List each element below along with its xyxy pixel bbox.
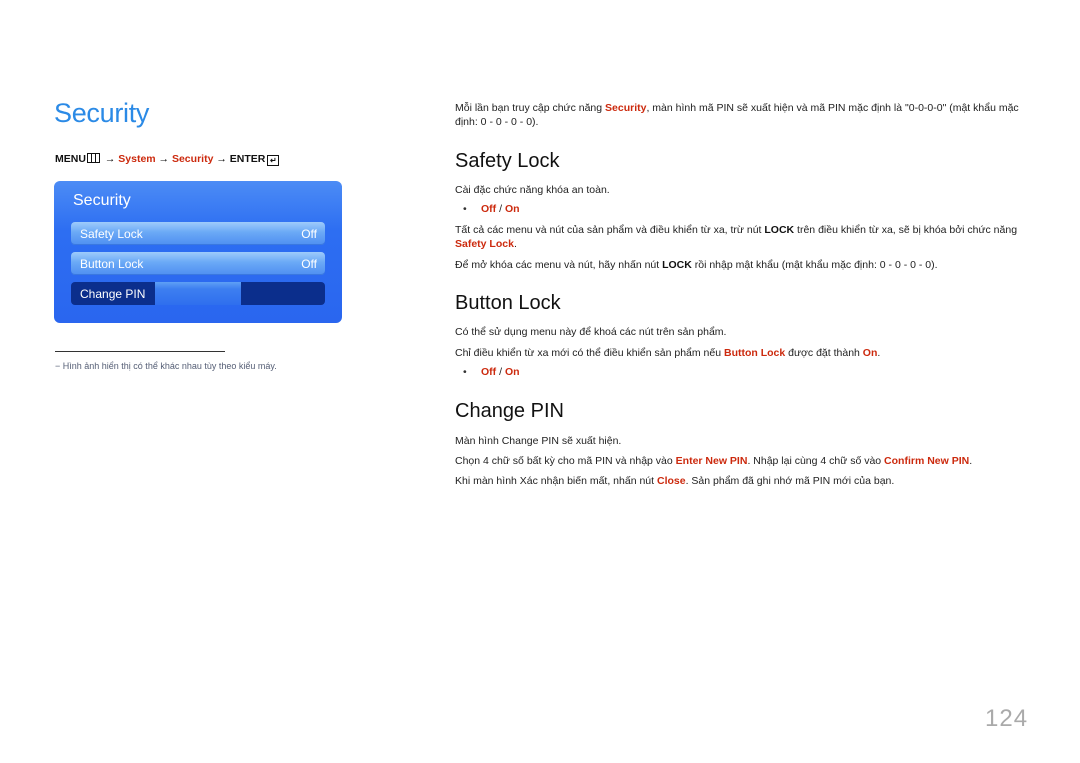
page-number: 124: [985, 705, 1029, 732]
footnote-divider: [55, 351, 225, 352]
on-ref: On: [862, 347, 878, 359]
page-title: Security: [54, 98, 150, 128]
safety-lock-desc: Cài đặc chức năng khóa an toàn.: [455, 184, 610, 196]
text: Chỉ điều khiển từ xa mới có thể điều khi…: [455, 347, 724, 359]
panel-title: Security: [73, 192, 131, 209]
menu-icon: [86, 153, 100, 163]
text: rồi nhập mật khẩu (mật khẩu mặc định: 0 …: [691, 259, 938, 271]
lock-key-text: LOCK: [662, 259, 692, 271]
button-lock-options: • Off / On: [463, 366, 520, 378]
text: . Sản phẩm đã ghi nhớ mã PIN mới của bạn…: [685, 475, 895, 487]
breadcrumb-system: System: [118, 153, 156, 165]
change-pin-desc: Màn hình Change PIN sẽ xuất hiện.: [455, 435, 622, 447]
change-pin-paragraph-1: Chọn 4 chữ số bất kỳ cho mã PIN và nhập …: [455, 454, 1025, 468]
text: .: [969, 455, 973, 467]
footnote: − Hình ảnh hiển thị có thể khác nhau tùy…: [55, 361, 277, 371]
breadcrumb-menu: MENU: [55, 153, 86, 165]
section-heading-button-lock: Button Lock: [455, 292, 561, 314]
intro-paragraph: Mỗi lần bạn truy cập chức năng Security,…: [455, 101, 1025, 129]
text: được đặt thành: [785, 347, 863, 359]
text: . Nhập lại cùng 4 chữ số vào: [747, 455, 885, 467]
menu-item-change-pin[interactable]: Change PIN: [71, 282, 325, 305]
security-menu-panel: Security Safety Lock Off Button Lock Off…: [54, 181, 342, 323]
close-ref: Close: [656, 475, 686, 487]
menu-item-value: Off: [301, 227, 317, 241]
text: Chọn 4 chữ số bất kỳ cho mã PIN và nhập …: [455, 455, 676, 467]
option-off: Off: [481, 203, 497, 215]
safety-lock-paragraph-1: Tất cả các menu và nút của sản phẩm và đ…: [455, 223, 1025, 251]
button-lock-paragraph-1: Chỉ điều khiển từ xa mới có thể điều khi…: [455, 346, 1025, 360]
breadcrumb-arrow: →: [158, 153, 170, 165]
breadcrumb-arrow: →: [104, 153, 116, 165]
safety-lock-paragraph-2: Để mở khóa các menu và nút, hãy nhấn nút…: [455, 258, 1025, 272]
text: .: [513, 238, 517, 250]
menu-item-value: Off: [301, 257, 317, 271]
menu-item-label: Button Lock: [80, 257, 144, 271]
text: Tất cả các menu và nút của sản phẩm và đ…: [455, 224, 765, 236]
text: Để mở khóa các menu và nút, hãy nhấn nút: [455, 259, 663, 271]
option-on: On: [504, 203, 520, 215]
button-lock-desc: Có thể sử dụng menu này để khoá các nút …: [455, 326, 727, 338]
text: trên điều khiển từ xa, sẽ bị khóa bởi ch…: [794, 224, 1018, 236]
breadcrumb-arrow: →: [216, 153, 227, 165]
text: Mỗi lần bạn truy cập chức năng: [455, 102, 606, 114]
security-link-text: Security: [605, 102, 647, 114]
enter-icon: ↵: [267, 155, 280, 166]
section-heading-change-pin: Change PIN: [455, 400, 564, 422]
safety-lock-ref: Safety Lock: [455, 238, 514, 250]
lock-key-text: LOCK: [764, 224, 795, 236]
bullet-icon: •: [463, 366, 467, 378]
breadcrumb-enter: ENTER: [229, 153, 266, 165]
option-on: On: [504, 366, 520, 378]
breadcrumb-security: Security: [171, 153, 214, 165]
enter-new-pin-ref: Enter New PIN: [675, 455, 748, 467]
option-off: Off: [481, 366, 497, 378]
breadcrumb: MENU → System → Security → ENTER ↵: [55, 153, 280, 166]
menu-item-label: Safety Lock: [80, 227, 143, 241]
selection-highlight: [155, 282, 241, 305]
section-heading-safety-lock: Safety Lock: [455, 150, 560, 172]
change-pin-paragraph-2: Khi màn hình Xác nhận biến mất, nhấn nút…: [455, 474, 1025, 488]
text: Khi màn hình Xác nhận biến mất, nhấn nút: [455, 475, 657, 487]
safety-lock-options: • Off / On: [463, 203, 520, 215]
button-lock-ref: Button Lock: [724, 347, 786, 359]
menu-item-label: Change PIN: [80, 287, 146, 301]
option-separator: /: [496, 366, 505, 378]
text: .: [877, 347, 881, 359]
bullet-icon: •: [463, 203, 467, 215]
menu-item-safety-lock[interactable]: Safety Lock Off: [71, 222, 325, 245]
option-separator: /: [496, 203, 505, 215]
confirm-new-pin-ref: Confirm New PIN: [884, 455, 970, 467]
menu-item-button-lock[interactable]: Button Lock Off: [71, 252, 325, 275]
